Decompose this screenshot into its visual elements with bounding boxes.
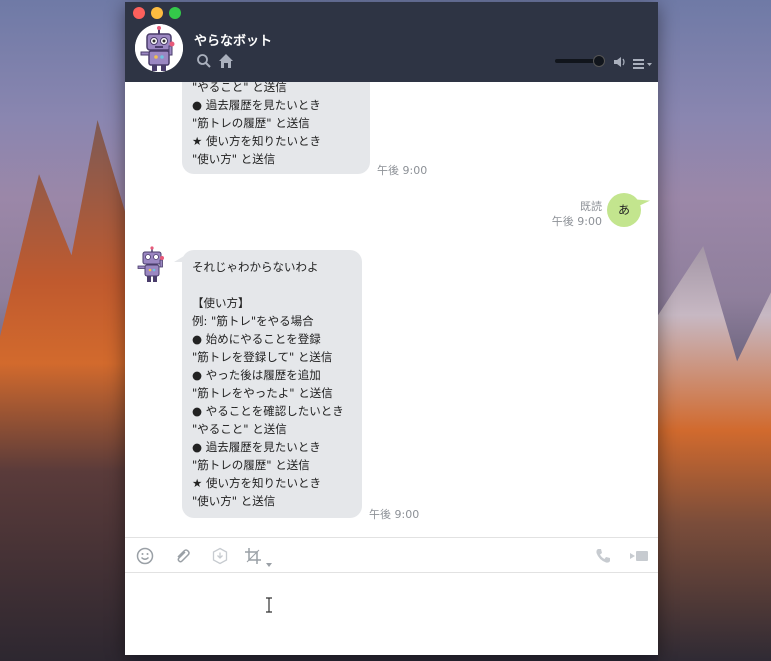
message-time: 午後 9:00 xyxy=(551,215,602,228)
download-icon[interactable] xyxy=(211,547,229,565)
zoom-window-button[interactable] xyxy=(169,7,181,19)
attach-icon[interactable] xyxy=(173,547,191,565)
bot-message-bubble: "やること" と送信 ● 過去履歴を見たいとき "筋トレの履歴" と送信 ★ 使… xyxy=(182,82,370,174)
home-icon[interactable] xyxy=(218,53,234,69)
speaker-icon[interactable] xyxy=(613,54,627,68)
video-icon[interactable] xyxy=(629,547,649,565)
composer-toolbar xyxy=(125,538,658,572)
minimize-window-button[interactable] xyxy=(151,7,163,19)
bot-message-bubble: それじゃわからないわよ 【使い方】 例: "筋トレ"をやる場合 ● 始めにやるこ… xyxy=(174,250,362,518)
chat-window: やらなボット "やること" と送信 ● 過去履歴を見たいとき "筋トレの履歴" … xyxy=(125,2,658,655)
crop-icon[interactable] xyxy=(244,547,262,565)
title-bar: やらなボット xyxy=(125,2,658,82)
message-time: 午後 9:00 xyxy=(369,508,420,521)
search-icon[interactable] xyxy=(196,53,212,69)
message-list[interactable]: "やること" と送信 ● 過去履歴を見たいとき "筋トレの履歴" と送信 ★ 使… xyxy=(125,82,658,536)
volume-slider-handle[interactable] xyxy=(593,55,605,67)
desktop-wallpaper-right xyxy=(658,246,771,661)
message-input[interactable] xyxy=(125,573,658,655)
bot-avatar-small[interactable] xyxy=(135,246,169,284)
desktop-wallpaper-left xyxy=(0,120,130,661)
chat-title: やらなボット xyxy=(194,34,273,49)
message-time: 午後 9:00 xyxy=(377,164,428,177)
my-message-bubble: あ xyxy=(607,193,641,227)
bot-avatar[interactable] xyxy=(135,24,183,72)
text-cursor-icon xyxy=(265,597,273,613)
menu-icon[interactable] xyxy=(633,55,653,69)
close-window-button[interactable] xyxy=(133,7,145,19)
crop-dropdown-caret-icon[interactable] xyxy=(265,553,273,567)
emoji-icon[interactable] xyxy=(136,547,154,565)
phone-icon[interactable] xyxy=(594,547,612,565)
read-receipt: 既読 xyxy=(580,200,602,213)
